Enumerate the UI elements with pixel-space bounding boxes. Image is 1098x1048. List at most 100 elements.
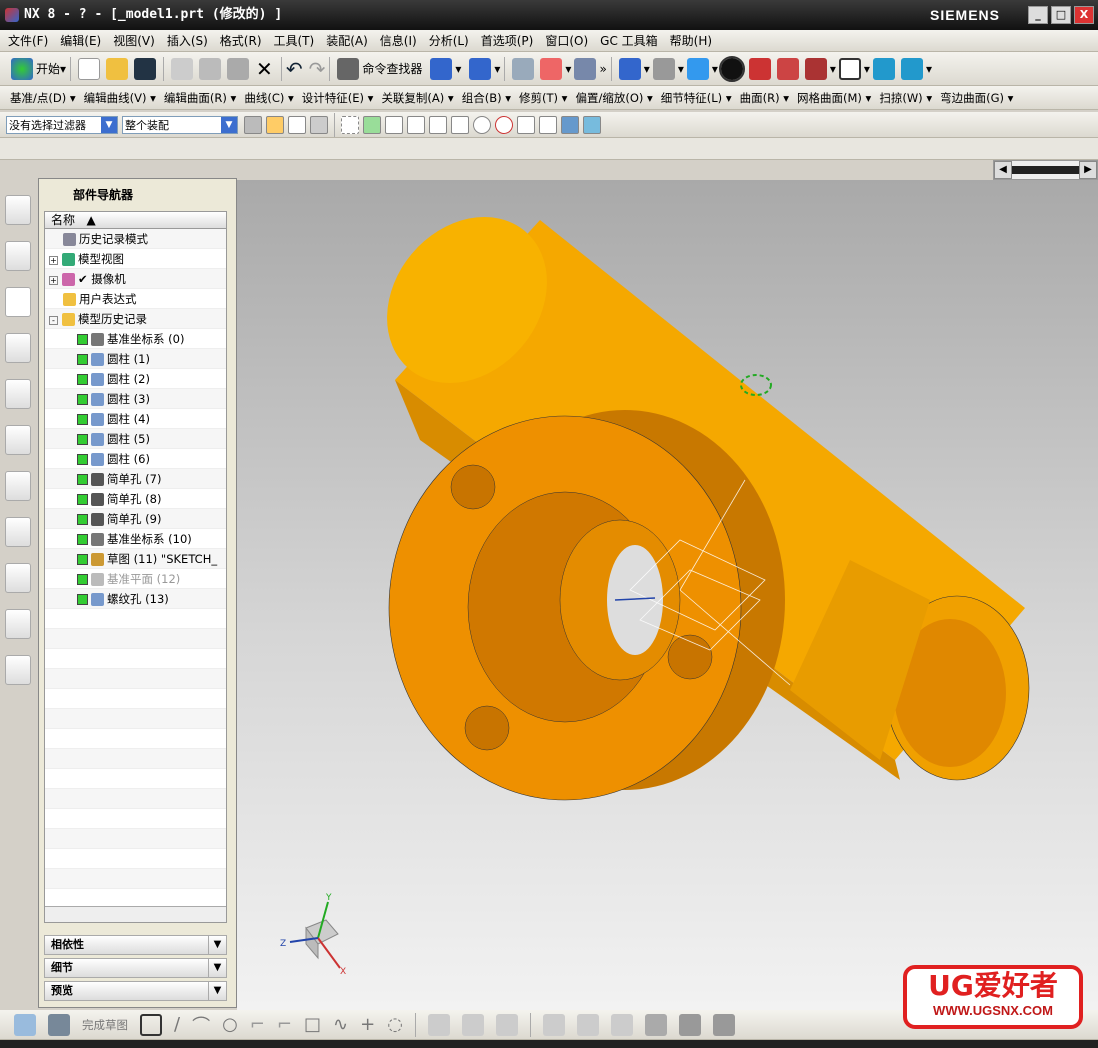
background-icon[interactable] <box>838 57 861 80</box>
fillet-icon[interactable]: ⌐ <box>250 1014 265 1035</box>
relations-icon[interactable] <box>678 1013 701 1036</box>
maximize-button[interactable]: □ <box>1051 6 1071 24</box>
selection-scope-dropdown[interactable]: 整个装配 ▼ <box>122 115 238 134</box>
box-icon[interactable] <box>776 57 799 80</box>
history-icon[interactable] <box>5 425 31 455</box>
layer-icon[interactable] <box>512 57 535 80</box>
line-icon[interactable] <box>385 115 403 134</box>
checkbox[interactable] <box>77 354 88 365</box>
menu-item[interactable]: 格式(R) <box>220 32 262 49</box>
filter-icon[interactable] <box>244 115 262 134</box>
roles-icon[interactable] <box>5 609 31 639</box>
web-browser-icon[interactable] <box>5 379 31 409</box>
delete-icon[interactable]: ✕ <box>256 57 273 81</box>
checkbox[interactable] <box>77 494 88 505</box>
expander-icon[interactable]: + <box>49 276 58 285</box>
checkbox[interactable] <box>77 394 88 405</box>
tree-item[interactable]: 圆柱 (5) <box>45 429 226 449</box>
tree-item[interactable]: 基准平面 (12) <box>45 569 226 589</box>
feature-menu-item[interactable]: 曲线(C) ▾ <box>244 90 293 106</box>
cube-select-icon[interactable] <box>288 115 306 134</box>
feature-menu-item[interactable]: 基准/点(D) ▾ <box>10 90 76 106</box>
system-materials-icon[interactable] <box>5 655 31 685</box>
model-3d[interactable]: Y X Z <box>237 180 1098 1010</box>
tree-item[interactable]: 简单孔 (8) <box>45 489 226 509</box>
save-icon[interactable] <box>134 57 157 80</box>
paste-icon[interactable] <box>227 57 250 80</box>
checkbox[interactable] <box>77 474 88 485</box>
tree-horizontal-scrollbar[interactable] <box>45 906 226 922</box>
view-orient-icon[interactable] <box>430 57 453 80</box>
snap-point-icon[interactable] <box>266 115 284 134</box>
rectangle-icon[interactable]: □ <box>304 1014 321 1035</box>
assembly-navigator-icon[interactable] <box>5 195 31 225</box>
arc-center-icon[interactable] <box>473 115 491 134</box>
checkbox[interactable] <box>77 534 88 545</box>
checkbox[interactable] <box>77 554 88 565</box>
select-icon[interactable] <box>310 115 328 134</box>
wcs-icon[interactable] <box>540 57 563 80</box>
tree-item[interactable]: 圆柱 (2) <box>45 369 226 389</box>
face-icon[interactable] <box>561 115 579 134</box>
section-icon[interactable] <box>748 57 771 80</box>
menu-item[interactable]: 装配(A) <box>326 32 368 49</box>
command-finder-button[interactable]: 命令查找器 <box>362 60 422 77</box>
menu-item[interactable]: 分析(L) <box>429 32 469 49</box>
checkbox[interactable] <box>77 594 88 605</box>
quick-trim-icon[interactable] <box>427 1013 450 1036</box>
clock-icon[interactable] <box>5 471 31 501</box>
finish-sketch-icon[interactable] <box>48 1013 70 1036</box>
menu-item[interactable]: GC 工具箱 <box>600 32 658 49</box>
checkbox[interactable] <box>77 374 88 385</box>
tree-item[interactable]: 基准坐标系 (0) <box>45 329 226 349</box>
feature-menu-item[interactable]: 编辑曲线(V) ▾ <box>84 90 156 106</box>
feature-menu-item[interactable]: 设计特征(E) ▾ <box>302 90 374 106</box>
tree-item[interactable]: 圆柱 (3) <box>45 389 226 409</box>
fit-icon[interactable] <box>618 57 641 80</box>
tree-item[interactable]: + 模型视图 <box>45 249 226 269</box>
menu-item[interactable]: 帮助(H) <box>670 32 712 49</box>
constraint-navigator-icon[interactable] <box>5 241 31 271</box>
offset-curve-icon[interactable]: ◌ <box>387 1014 403 1035</box>
render-style-icon[interactable] <box>718 55 745 82</box>
display-constraints-icon[interactable] <box>644 1013 667 1036</box>
quadrant-icon[interactable] <box>495 115 513 134</box>
tree-item[interactable]: 螺纹孔 (13) <box>45 589 226 609</box>
feature-menu-item[interactable]: 扫掠(W) ▾ <box>879 90 932 106</box>
shade-icon[interactable] <box>652 57 675 80</box>
expander-icon[interactable]: - <box>49 316 58 325</box>
copy-icon[interactable] <box>199 57 222 80</box>
selection-filter-dropdown[interactable]: 没有选择过滤器 ▼ <box>6 115 118 134</box>
menu-item[interactable]: 首选项(P) <box>481 32 534 49</box>
binoculars-icon[interactable] <box>337 57 360 80</box>
process-studio-icon[interactable] <box>5 517 31 547</box>
reuse-library-icon[interactable] <box>5 333 31 363</box>
panel-dependencies[interactable]: 相依性 ▼ <box>44 935 227 955</box>
orient-icon[interactable] <box>872 57 895 80</box>
curve-icon[interactable] <box>429 115 447 134</box>
checkbox[interactable] <box>77 434 88 445</box>
feature-menu-item[interactable]: 网格曲面(M) ▾ <box>797 90 871 106</box>
tree-item[interactable]: 基准坐标系 (10) <box>45 529 226 549</box>
minimize-button[interactable]: _ <box>1028 6 1048 24</box>
close-button[interactable]: X <box>1074 6 1094 24</box>
panel-preview[interactable]: 预览 ▼ <box>44 981 227 1001</box>
tree-item[interactable]: + ✔ 摄像机 <box>45 269 226 289</box>
studio-spline-icon[interactable]: ∿ <box>333 1014 348 1035</box>
chamfer-icon[interactable]: ⌐ <box>277 1014 292 1035</box>
tree-item[interactable]: 简单孔 (9) <box>45 509 226 529</box>
expander-icon[interactable]: + <box>49 256 58 265</box>
midpoint-icon[interactable] <box>407 115 425 134</box>
feature-menu-item[interactable]: 编辑曲面(R) ▾ <box>164 90 236 106</box>
tangent-icon[interactable] <box>539 115 557 134</box>
info-icon[interactable] <box>469 57 492 80</box>
toolbar-scrollbar[interactable]: ◀ ▶ <box>993 160 1098 180</box>
rectangle-select-icon[interactable] <box>341 115 359 134</box>
start-button[interactable]: 开始 <box>36 60 60 77</box>
endpoint-icon[interactable] <box>363 115 381 134</box>
feature-menu-item[interactable]: 关联复制(A) ▾ <box>381 90 453 106</box>
menu-item[interactable]: 信息(I) <box>380 32 417 49</box>
checkbox[interactable] <box>77 454 88 465</box>
more-icon[interactable] <box>712 1013 735 1036</box>
panel-details[interactable]: 细节 ▼ <box>44 958 227 978</box>
